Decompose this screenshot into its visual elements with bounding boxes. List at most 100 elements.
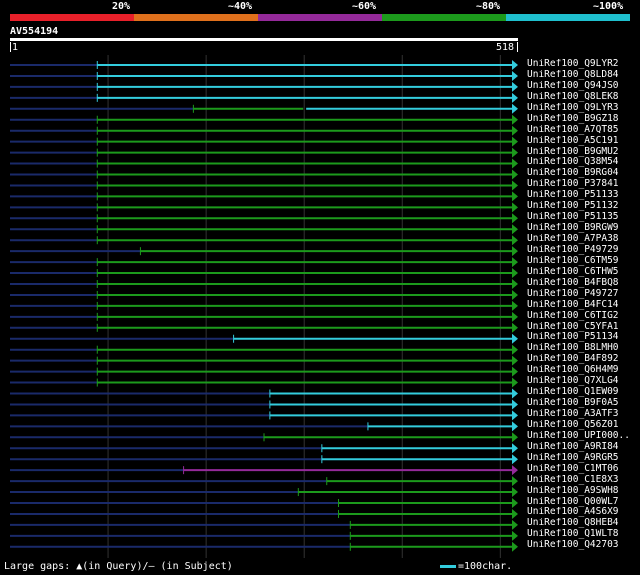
hit-label[interactable]: UniRef100_Q8LEK8: [527, 92, 640, 103]
hit-arrow: [512, 498, 518, 508]
hit-arrow: [512, 125, 518, 136]
hit-arrow: [512, 114, 518, 125]
hit-label[interactable]: UniRef100_A4S6X9: [527, 507, 640, 518]
alignment-plot: [10, 55, 518, 558]
scale-swatch: [440, 564, 456, 568]
hit-arrow: [512, 355, 518, 366]
hit-arrow: [512, 421, 518, 432]
hit-label[interactable]: UniRef100_C5YFA1: [527, 322, 640, 333]
legend-label-1: ~40%: [228, 1, 253, 12]
hit-arrow: [512, 399, 518, 410]
hit-label[interactable]: UniRef100_A3ATF3: [527, 409, 640, 420]
hit-label[interactable]: UniRef100_P49729: [527, 245, 640, 256]
legend-segment-2: [258, 14, 382, 21]
hit-arrow: [512, 81, 518, 92]
hit-label[interactable]: UniRef100_B9GZ18: [527, 114, 640, 125]
hit-label[interactable]: UniRef100_Q6H4M9: [527, 365, 640, 376]
hit-arrow: [512, 443, 518, 454]
legend-segment-1: [134, 14, 258, 21]
hit-label[interactable]: UniRef100_A9RI84: [527, 442, 640, 453]
hit-arrow: [512, 344, 518, 355]
hit-label[interactable]: UniRef100_B4FBQ8: [527, 278, 640, 289]
hit-arrow: [512, 377, 518, 388]
hit-label[interactable]: UniRef100_B9F0A5: [527, 398, 640, 409]
hit-arrow: [512, 235, 518, 246]
hit-arrow: [512, 279, 518, 289]
hit-arrow: [512, 289, 518, 300]
hit-arrow: [512, 268, 518, 279]
hit-label[interactable]: UniRef100_A7QT85: [527, 125, 640, 136]
hit-label[interactable]: UniRef100_Q56Z01: [527, 420, 640, 431]
hit-label[interactable]: UniRef100_B9RGW9: [527, 223, 640, 234]
hit-label[interactable]: UniRef100_UPI000..: [527, 431, 640, 442]
hit-label[interactable]: UniRef100_P51134: [527, 332, 640, 343]
hit-arrow: [512, 508, 518, 519]
hit-arrow: [512, 388, 518, 399]
hit-label[interactable]: UniRef100_Q00WL7: [527, 497, 640, 508]
hit-label[interactable]: UniRef100_P51133: [527, 190, 640, 201]
hit-label-list: UniRef100_Q9LYR2 UniRef100_Q8LD84 UniRef10…: [527, 59, 640, 551]
hit-arrow: [512, 92, 518, 103]
hit-label[interactable]: UniRef100_B4F892: [527, 354, 640, 365]
hit-label[interactable]: UniRef100_A9RGR5: [527, 453, 640, 464]
hit-label[interactable]: UniRef100_P37841: [527, 179, 640, 190]
hit-label[interactable]: UniRef100_B9GMU2: [527, 147, 640, 158]
ruler-end-tick: [517, 42, 518, 52]
hit-arrow: [512, 541, 518, 552]
hit-arrow: [512, 158, 518, 169]
hit-arrow: [512, 70, 518, 81]
hit-arrow: [512, 246, 518, 257]
hit-arrow: [512, 224, 518, 235]
hit-label[interactable]: UniRef100_C6THW5: [527, 267, 640, 278]
hit-label[interactable]: UniRef100_B8LMH0: [527, 343, 640, 354]
legend-segment-0: [10, 14, 134, 21]
hit-label[interactable]: UniRef100_Q8HEB4: [527, 518, 640, 529]
hit-label[interactable]: UniRef100_C6TM59: [527, 256, 640, 267]
ruler-start-label: 1: [12, 42, 19, 53]
hit-label[interactable]: UniRef100_A5C191: [527, 136, 640, 147]
legend-label-0: 20%: [112, 1, 131, 12]
hit-label[interactable]: UniRef100_Q1EW09: [527, 387, 640, 398]
hit-arrow: [512, 410, 518, 421]
hit-arrow: [512, 103, 518, 114]
hit-arrow: [512, 476, 518, 487]
hit-label[interactable]: UniRef100_Q8LD84: [527, 70, 640, 81]
hit-arrow: [512, 333, 518, 344]
hit-label[interactable]: UniRef100_C1MT06: [527, 464, 640, 475]
scale-label: =100char.: [458, 561, 513, 572]
hit-label[interactable]: UniRef100_P51135: [527, 212, 640, 223]
hit-label[interactable]: UniRef100_Q9LYR3: [527, 103, 640, 114]
hit-arrow: [512, 202, 518, 213]
hit-arrow: [512, 322, 518, 333]
hit-label[interactable]: UniRef100_P49727: [527, 289, 640, 300]
hit-arrow: [512, 60, 518, 70]
hit-label[interactable]: UniRef100_B9RG04: [527, 168, 640, 179]
hit-arrow: [512, 530, 518, 541]
hit-label[interactable]: UniRef100_A9SWH8: [527, 486, 640, 497]
legend-label-2: ~60%: [352, 1, 377, 12]
hit-arrow: [512, 147, 518, 158]
legend-label-3: ~80%: [476, 1, 501, 12]
query-id: AV554194: [10, 26, 59, 37]
hit-label[interactable]: UniRef100_Q7XLG4: [527, 376, 640, 387]
hit-arrow: [512, 213, 518, 224]
ruler-end-label: 518: [496, 42, 515, 53]
hit-arrow: [512, 487, 518, 498]
hit-label[interactable]: UniRef100_B4FC14: [527, 300, 640, 311]
query-length-bar: [10, 38, 518, 41]
legend-label-4: ~100%: [593, 1, 624, 12]
identity-legend-labels: 20% ~40% ~60% ~80% ~100%: [0, 0, 640, 14]
hit-label[interactable]: UniRef100_Q94JS0: [527, 81, 640, 92]
hit-label[interactable]: UniRef100_C6TIG2: [527, 311, 640, 322]
hit-label[interactable]: UniRef100_Q38M54: [527, 157, 640, 168]
hit-label[interactable]: UniRef100_Q1WLT8: [527, 529, 640, 540]
hit-label[interactable]: UniRef100_A7PA38: [527, 234, 640, 245]
hit-arrow: [512, 366, 518, 377]
hit-label[interactable]: UniRef100_Q9LYR2: [527, 59, 640, 70]
hit-arrow: [512, 465, 518, 476]
hit-label[interactable]: UniRef100_P51132: [527, 201, 640, 212]
hit-arrow: [512, 136, 518, 147]
hit-label[interactable]: UniRef100_C1E8X3: [527, 475, 640, 486]
hit-label[interactable]: UniRef100_Q42703: [527, 540, 640, 551]
hit-arrow: [512, 454, 518, 465]
